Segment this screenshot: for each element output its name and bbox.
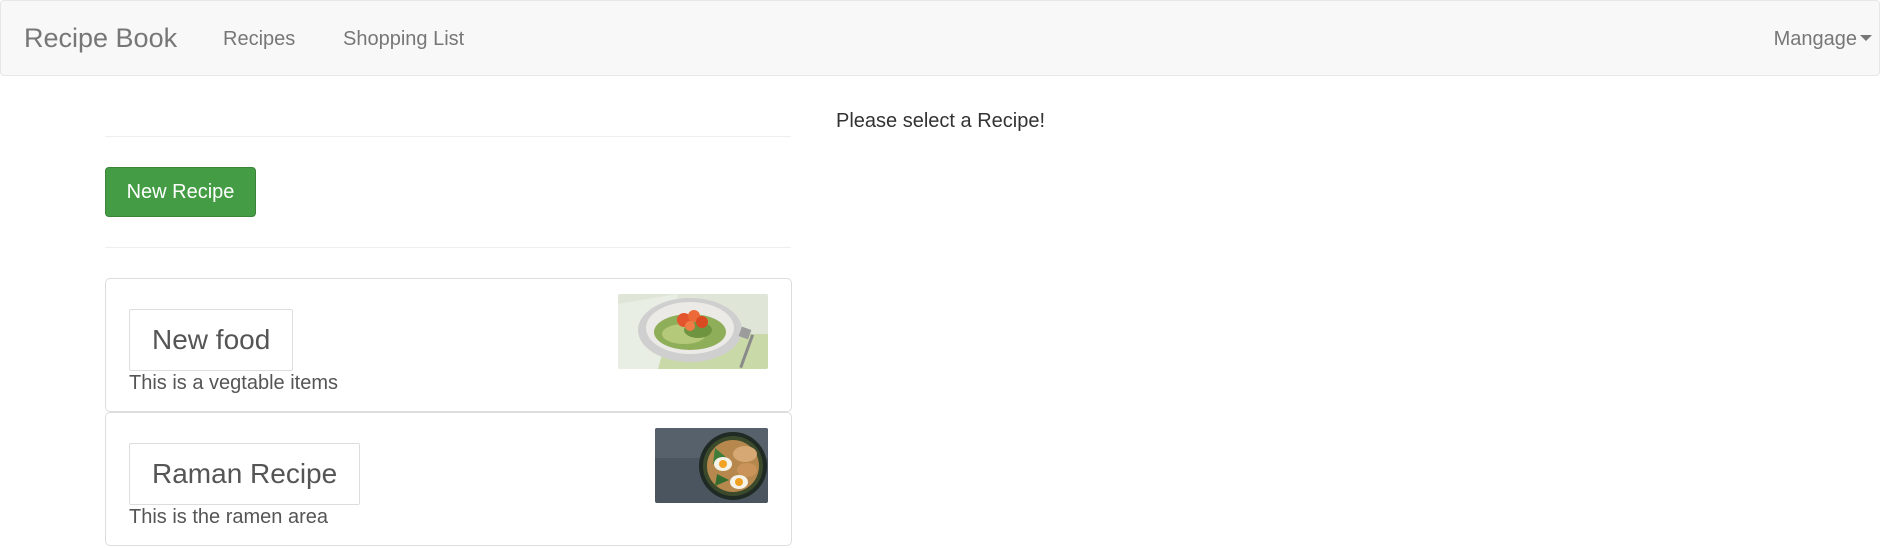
new-recipe-button[interactable]: New Recipe: [105, 167, 256, 217]
nav-link-shopping-list[interactable]: Shopping List: [343, 25, 464, 53]
divider: [105, 136, 791, 137]
caret-down-icon: [1860, 34, 1872, 41]
manage-dropdown[interactable]: Mangage: [1774, 25, 1872, 53]
recipe-name: New food: [129, 309, 294, 371]
recipe-thumbnail-salad: [618, 294, 768, 369]
recipe-thumbnail-ramen: [655, 428, 768, 503]
recipe-description: This is the ramen area: [129, 506, 328, 528]
recipe-list-item[interactable]: New food This is a vegtable items: [105, 278, 792, 412]
navbar: Recipe Book Recipes Shopping List Mangag…: [0, 0, 1880, 76]
recipe-list-item[interactable]: Raman Recipe This is the ramen area: [105, 412, 792, 546]
manage-dropdown-label: Mangage: [1773, 28, 1857, 50]
select-recipe-message: Please select a Recipe!: [836, 110, 1046, 132]
recipe-description: This is a vegtable items: [129, 372, 338, 394]
brand-link[interactable]: Recipe Book: [24, 21, 177, 55]
nav-link-recipes[interactable]: Recipes: [223, 25, 295, 53]
divider: [105, 247, 791, 248]
recipe-name: Raman Recipe: [129, 443, 361, 505]
